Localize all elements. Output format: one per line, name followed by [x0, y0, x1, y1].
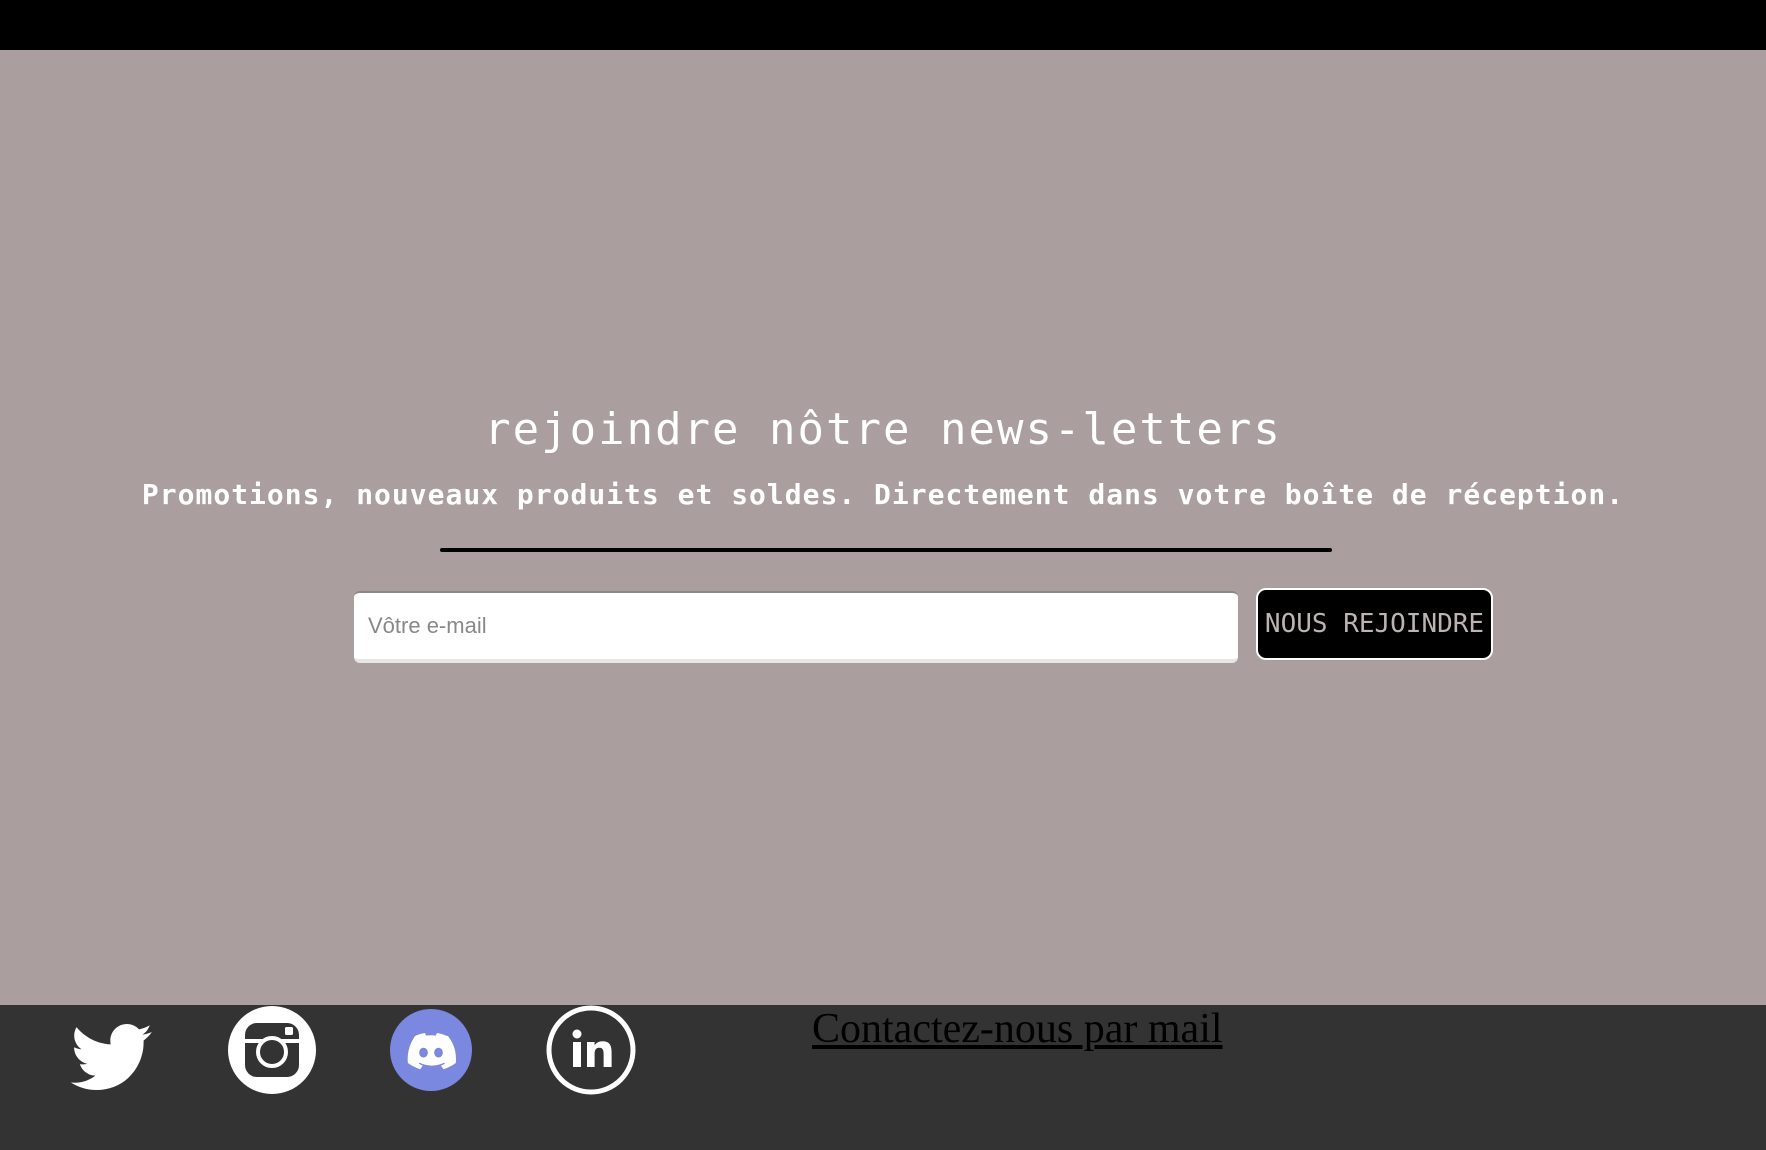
contact-link[interactable]: Contactez-nous par mail [812, 1005, 1223, 1053]
newsletter-section: rejoindre nôtre news-letters Promotions,… [0, 50, 1766, 1005]
join-button[interactable]: NOUS REJOINDRE [1256, 588, 1493, 660]
linkedin-icon[interactable] [546, 1005, 636, 1095]
top-bar [0, 0, 1766, 50]
newsletter-title: rejoindre nôtre news-letters [484, 404, 1282, 455]
newsletter-divider [440, 548, 1332, 552]
newsletter-subtitle: Promotions, nouveaux produits et soldes.… [141, 478, 1625, 511]
email-input[interactable] [354, 591, 1238, 663]
instagram-icon[interactable] [227, 1005, 317, 1095]
twitter-icon[interactable] [70, 1023, 154, 1093]
discord-icon[interactable] [390, 1009, 472, 1091]
footer: Contactez-nous par mail [0, 1005, 1766, 1150]
